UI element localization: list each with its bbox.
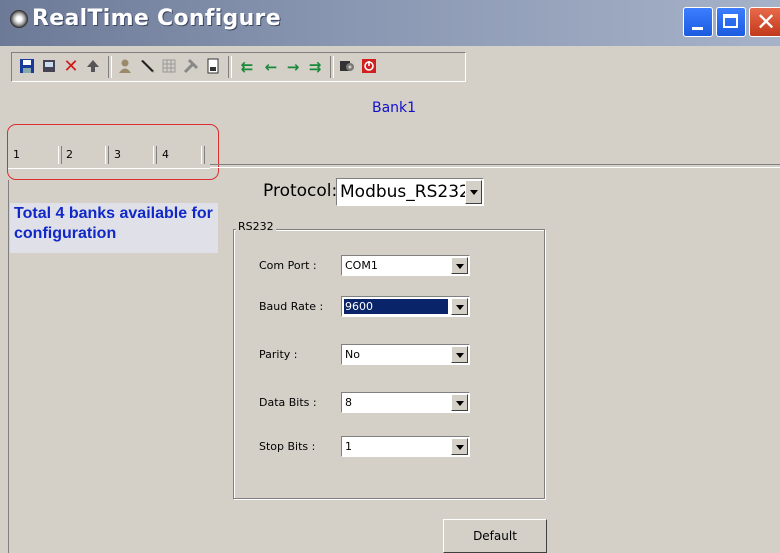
tab-separator: [105, 146, 109, 164]
com-port-label: Com Port :: [259, 259, 317, 272]
app-gear-icon: [10, 10, 28, 28]
parity-label: Parity :: [259, 348, 298, 361]
baud-rate-select[interactable]: 9600: [341, 296, 470, 317]
active-tab-underline: [8, 168, 210, 169]
bank-tabs: 1 2 3 4: [8, 146, 218, 166]
banks-info-text: Total 4 banks available for configuratio…: [10, 203, 218, 253]
protocol-select[interactable]: Modbus_RS232: [336, 178, 484, 206]
settings-icon[interactable]: [338, 58, 356, 76]
maximize-icon: [723, 14, 738, 28]
print-icon[interactable]: [40, 58, 58, 76]
parity-select[interactable]: No: [341, 344, 470, 365]
data-bits-select[interactable]: 8: [341, 392, 470, 413]
tab-bank-1[interactable]: 1: [13, 146, 20, 164]
tab-bank-3[interactable]: 3: [114, 146, 121, 164]
panel-border: [8, 180, 9, 553]
close-icon: ✕: [756, 8, 777, 36]
parity-value: No: [345, 348, 360, 361]
com-port-value: COM1: [345, 259, 378, 272]
app-window: RealTime Configure ✕ ✕ ⇇ ← → ⇉ Bank1 1 2…: [0, 0, 780, 553]
tab-separator: [153, 146, 157, 164]
default-button[interactable]: Default: [443, 519, 547, 553]
upload-icon[interactable]: [84, 58, 102, 76]
baud-rate-label: Baud Rate :: [259, 300, 324, 313]
chevron-down-icon[interactable]: [451, 394, 468, 411]
protocol-label: Protocol:: [263, 181, 338, 201]
tab-bank-2[interactable]: 2: [66, 146, 73, 164]
data-bits-value: 8: [345, 396, 352, 409]
toolbar-separator: [228, 56, 232, 78]
com-port-select[interactable]: COM1: [341, 255, 470, 276]
maximize-button[interactable]: [716, 7, 746, 37]
minimize-button[interactable]: [683, 7, 713, 37]
data-bits-label: Data Bits :: [259, 396, 317, 409]
last-icon[interactable]: ⇉: [306, 58, 324, 76]
chevron-down-icon[interactable]: [451, 438, 468, 455]
stop-bits-label: Stop Bits :: [259, 440, 316, 453]
toolbar: ✕ ⇇ ← → ⇉: [11, 52, 466, 82]
delete-icon[interactable]: ✕: [62, 58, 80, 76]
first-icon[interactable]: ⇇: [238, 58, 256, 76]
chevron-down-icon[interactable]: [451, 298, 468, 315]
bank-title: Bank1: [372, 100, 417, 116]
grid-icon[interactable]: [160, 58, 178, 76]
chevron-down-icon[interactable]: [465, 180, 482, 204]
tools-icon[interactable]: [182, 58, 200, 76]
next-icon[interactable]: →: [284, 58, 302, 76]
protocol-value: Modbus_RS232: [340, 182, 470, 202]
title-bar[interactable]: RealTime Configure ✕: [0, 0, 780, 46]
tab-bank-4[interactable]: 4: [162, 146, 169, 164]
chevron-down-icon[interactable]: [451, 257, 468, 274]
tab-separator: [201, 146, 205, 164]
stop-bits-select[interactable]: 1: [341, 436, 470, 457]
power-icon[interactable]: [360, 58, 378, 76]
document-icon[interactable]: [204, 58, 222, 76]
close-button[interactable]: ✕: [749, 7, 780, 37]
rs232-group-title: RS232: [236, 220, 276, 233]
toolbar-separator: [330, 56, 334, 78]
chevron-down-icon[interactable]: [451, 346, 468, 363]
previous-icon[interactable]: ←: [262, 58, 280, 76]
tab-page-divider: [210, 164, 780, 168]
toolbar-separator: [108, 56, 112, 78]
pencil-icon[interactable]: [138, 58, 156, 76]
tab-separator: [58, 146, 62, 164]
baud-rate-value: 9600: [344, 299, 448, 314]
user-icon[interactable]: [116, 58, 134, 76]
window-title: RealTime Configure: [32, 6, 281, 31]
minimize-icon: [692, 27, 703, 30]
save-icon[interactable]: [18, 58, 36, 76]
stop-bits-value: 1: [345, 440, 352, 453]
